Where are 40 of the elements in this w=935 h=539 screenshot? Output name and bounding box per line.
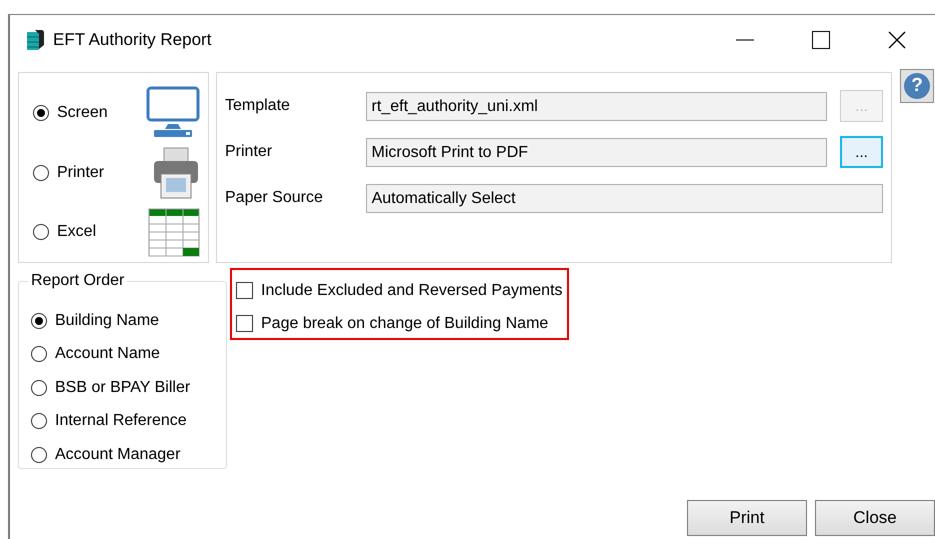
option-label: Excel <box>57 222 96 242</box>
radio-button[interactable] <box>31 346 47 362</box>
field-label: Printer <box>225 142 274 162</box>
spreadsheet-icon <box>148 208 200 257</box>
radio-button[interactable] <box>31 312 47 329</box>
option-label: Include Excluded and Reversed Payments <box>261 280 563 300</box>
dialog-button[interactable]: Close <box>815 500 935 536</box>
checkbox[interactable] <box>236 315 253 332</box>
database-icon <box>25 28 45 52</box>
checkbox[interactable] <box>236 282 253 299</box>
minimize-icon[interactable] <box>736 39 754 41</box>
radio-button[interactable] <box>31 413 47 430</box>
monitor-icon <box>146 86 200 140</box>
browse-button[interactable]: ... <box>840 136 883 168</box>
option-label: Account Name <box>55 344 160 364</box>
dialog-button[interactable]: Print <box>687 500 807 536</box>
radio-button[interactable] <box>31 380 47 396</box>
option-label: Page break on change of Building Name <box>261 314 548 334</box>
window-title: EFT Authority Report <box>53 29 212 52</box>
radio-button[interactable] <box>33 104 49 121</box>
group-title: Report Order <box>28 271 128 291</box>
radio-button[interactable] <box>33 224 49 240</box>
option-label: BSB or BPAY Biller <box>55 378 190 398</box>
text-field[interactable]: Microsoft Print to PDF <box>366 138 828 166</box>
text-field[interactable]: rt_eft_authority_uni.xml <box>366 92 828 120</box>
text-field[interactable]: Automatically Select <box>366 184 883 212</box>
field-label: Template <box>225 96 291 116</box>
option-label: Screen <box>57 102 108 123</box>
radio-button[interactable] <box>31 446 47 463</box>
option-label: Printer <box>57 162 104 182</box>
help-button[interactable]: ? <box>900 69 934 103</box>
option-label: Account Manager <box>55 444 180 465</box>
printer-icon <box>152 146 200 200</box>
option-label: Building Name <box>55 310 160 331</box>
close-icon[interactable] <box>888 31 906 49</box>
browse-button: ... <box>840 90 883 122</box>
option-label: Internal Reference <box>55 411 187 432</box>
radio-button[interactable] <box>33 164 49 180</box>
field-label: Paper Source <box>225 188 324 208</box>
maximize-icon[interactable] <box>812 31 830 49</box>
